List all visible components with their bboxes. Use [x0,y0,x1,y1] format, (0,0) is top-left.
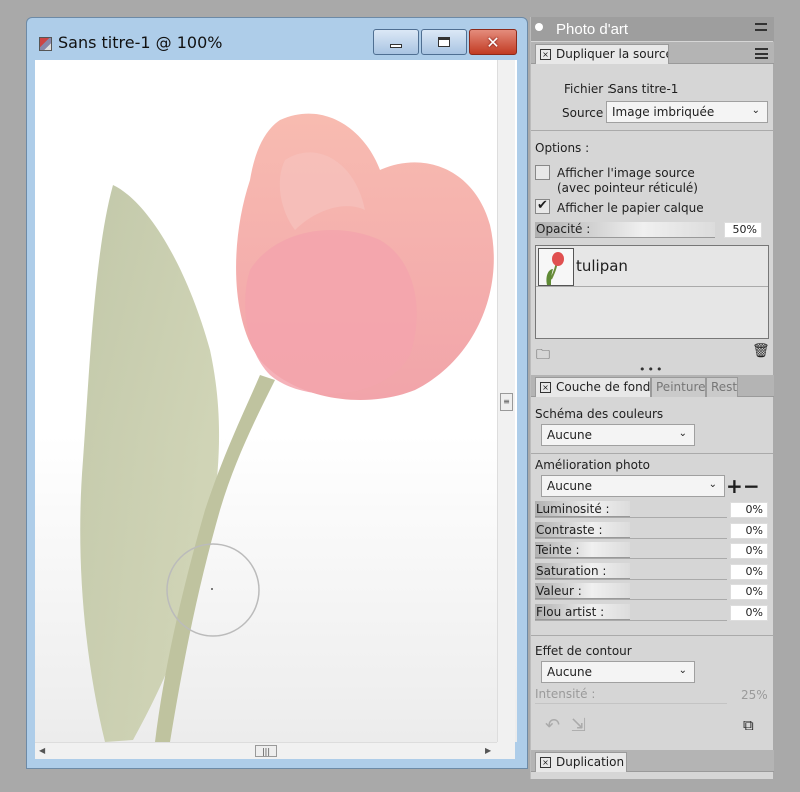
adjust-value[interactable]: 0% [730,522,768,539]
scroll-left-icon[interactable]: ◀ [39,746,45,755]
show-source-checkbox[interactable] [535,165,550,180]
hamburger-menu-icon[interactable] [755,48,768,59]
tab-duplication[interactable]: × Duplication [535,752,627,772]
add-preset-icon[interactable]: + [726,476,743,496]
tab-rest[interactable]: Rest [706,377,738,397]
tab-close-icon[interactable]: × [540,757,551,768]
show-source-label: Afficher l'image source [557,166,695,180]
undo-icon[interactable]: ↶ [545,715,560,736]
source-tabbar: × Dupliquer la source [531,42,774,64]
fichier-label: Fichier : [564,82,612,96]
opacity-value[interactable]: 50% [724,222,762,238]
adjust-track [535,558,727,559]
layer-tabbar: × Couche de fond Peinture Rest [531,375,774,397]
window-title: Sans titre-1 @ 100% [58,33,223,52]
adjust-value[interactable]: 0% [730,604,768,621]
scrollbar-corner [497,742,515,759]
panel-header[interactable]: Photo d'art [531,17,774,41]
horizontal-scroll-thumb[interactable]: ||| [255,745,277,757]
adjust-value[interactable]: 0% [730,502,768,518]
tab-close-icon[interactable]: × [540,382,551,393]
scroll-right-icon[interactable]: ▶ [485,746,491,755]
vertical-scroll-thumb[interactable]: ≡ [500,393,513,411]
show-tracing-checkbox[interactable]: ✔ [535,199,550,214]
tab-couche-de-fond[interactable]: × Couche de fond [535,377,651,397]
photo-art-panel: Photo d'art × Dupliquer la source Fichier… [530,17,774,779]
image-canvas[interactable] [35,60,517,742]
remove-preset-icon[interactable]: − [743,476,760,496]
trash-icon[interactable]: 🗑 [752,343,770,359]
divider [531,453,774,454]
color-scheme-label: Schéma des couleurs [535,407,664,421]
window-titlebar[interactable]: Sans titre-1 @ 100% ✕ [27,18,527,58]
minimize-button[interactable] [373,29,419,55]
tulip-image [80,113,494,742]
tulip-thumbnail-icon [546,252,564,285]
panel-title: Photo d'art [556,21,629,38]
adjust-label: Teinte : [536,543,580,557]
enhance-label: Amélioration photo [535,458,650,472]
chevron-down-icon: ⌄ [678,428,687,439]
adjust-value[interactable]: 0% [730,543,768,559]
chevron-down-icon: ⌄ [678,665,687,676]
intensity-value: 25% [741,688,768,702]
layer-list: tulipan [535,245,769,339]
maximize-button[interactable] [421,29,467,55]
panel-menu-icon[interactable] [755,23,767,31]
contour-select[interactable]: Aucune ⌄ [541,661,695,683]
horizontal-scrollbar[interactable]: ◀ ||| ▶ [35,742,497,759]
source-select[interactable]: Image imbriquée ⌄ [606,101,768,123]
layer-divider [536,286,768,287]
layer-thumbnail[interactable] [538,248,574,286]
adjust-track [535,599,727,600]
tab-peinture[interactable]: Peinture [651,377,706,397]
adjust-value[interactable]: 0% [730,584,768,600]
show-tracing-label: Afficher le papier calque [557,201,704,215]
tab-close-icon[interactable]: × [540,49,551,60]
intensity-track [535,703,727,704]
adjust-label: Luminosité : [536,502,610,516]
layer-name[interactable]: tulipan [576,257,628,275]
minimize-icon [390,43,402,48]
chevron-down-icon: ⌄ [708,479,717,490]
chevron-down-icon: ⌄ [751,105,760,116]
apply-icon[interactable]: ⇲ [571,715,586,736]
vertical-scrollbar[interactable]: ≡ [497,60,515,742]
document-window: Sans titre-1 @ 100% ✕ ≡ ◀ ||| ▶ [26,17,528,769]
close-icon: ✕ [486,32,500,52]
adjust-track [535,578,727,580]
color-scheme-select[interactable]: Aucune ⌄ [541,424,695,446]
divider [531,635,774,636]
adjust-track [535,537,727,539]
adjust-label: Flou artist : [536,604,605,619]
adjust-label: Saturation : [536,563,607,578]
opacity-label: Opacité : [536,222,591,236]
app-icon [39,37,52,51]
tab-dupliquer-source[interactable]: × Dupliquer la source [535,44,669,64]
close-button[interactable]: ✕ [469,29,517,55]
adjust-label: Valeur : [536,584,582,598]
options-label: Options : [535,141,590,155]
folder-icon[interactable]: 🗀 [536,344,550,368]
adjust-track [535,517,727,518]
contour-label: Effet de contour [535,644,632,658]
show-source-sublabel: (avec pointeur réticulé) [557,181,698,195]
fichier-value: Sans titre-1 [609,82,679,96]
enhance-select[interactable]: Aucune ⌄ [541,475,725,497]
adjust-label: Contraste : [536,522,603,537]
panel-dot-icon [535,23,543,31]
divider [531,130,774,131]
adjust-value[interactable]: 0% [730,563,768,580]
intensity-label: Intensité : [535,687,596,701]
export-icon[interactable]: ⧉ [743,716,754,734]
source-label: Source : [562,106,612,120]
adjust-track [535,619,727,621]
bottom-tabbar: × Duplication [531,750,774,772]
maximize-icon [438,37,450,47]
